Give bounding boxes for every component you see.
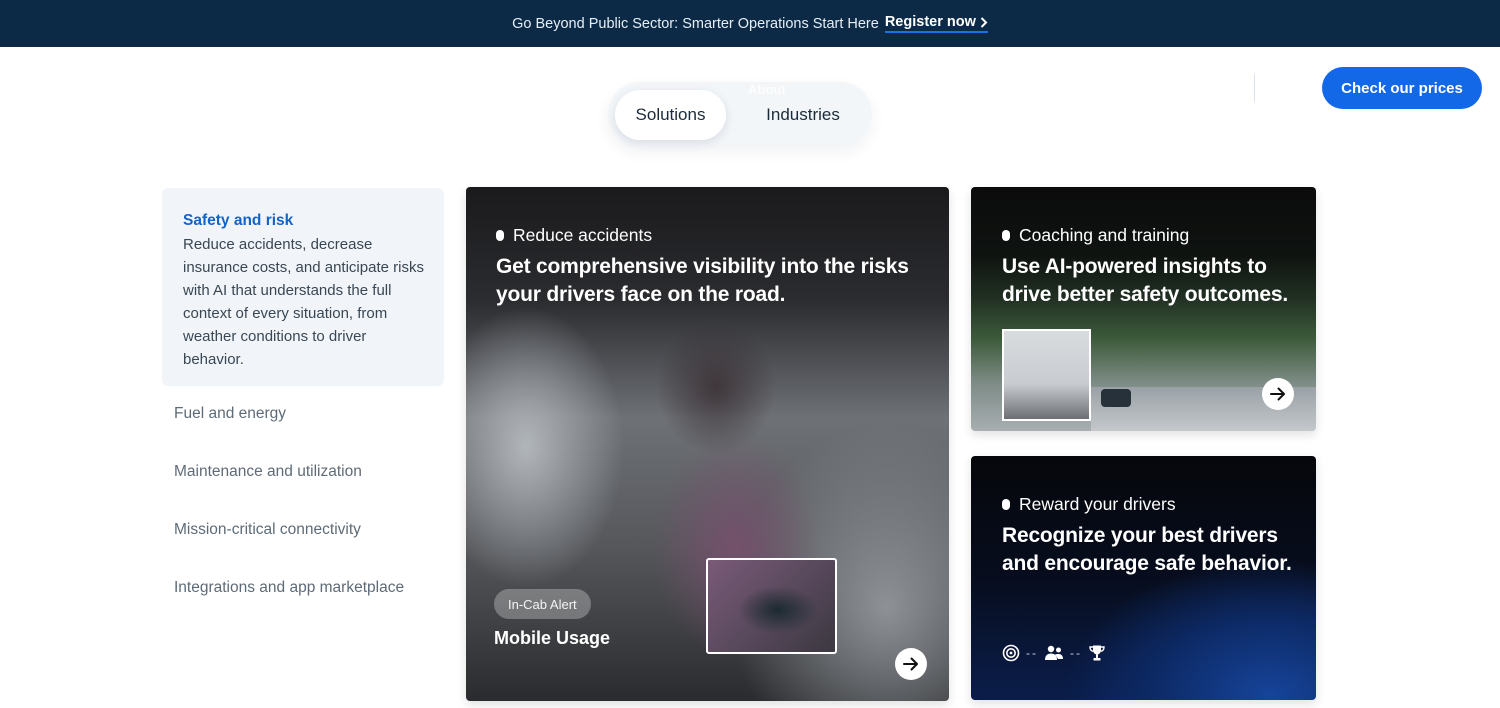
bullet-icon: [496, 230, 504, 241]
check-prices-button[interactable]: Check our prices: [1322, 67, 1482, 109]
announcement-banner: Go Beyond Public Sector: Smarter Operati…: [0, 0, 1500, 47]
menu-item-title: Safety and risk: [183, 212, 294, 229]
menu-item-safety-and-risk[interactable]: Safety and risk Reduce accidents, decrea…: [162, 188, 444, 386]
menu-item-maintenance[interactable]: Maintenance and utilization: [174, 463, 362, 481]
card-arrow-button[interactable]: [895, 648, 927, 680]
card-headline: Use AI-powered insights to drive better …: [1002, 255, 1288, 306]
card-headline: Recognize your best drivers and encourag…: [1002, 524, 1292, 575]
card-reduce-accidents[interactable]: Reduce accidents Get comprehensive visib…: [466, 187, 949, 701]
tab-industries[interactable]: Industries: [743, 90, 863, 140]
tab-industries-label: Industries: [766, 105, 840, 124]
banner-message: Go Beyond Public Sector: Smarter Operati…: [512, 15, 879, 32]
card-reward-drivers[interactable]: Reward your drivers Recognize your best …: [971, 456, 1316, 700]
card-arrow-button[interactable]: [1262, 378, 1294, 410]
nav-tabs: About Solutions Industries: [608, 82, 872, 146]
reward-icons-row: -- --: [1002, 644, 1106, 662]
target-icon: [1002, 644, 1020, 662]
people-icon: [1045, 645, 1063, 660]
register-now-label: Register now: [884, 14, 976, 30]
card-kicker-label: Reward your drivers: [1019, 494, 1176, 514]
chevron-right-icon: [980, 16, 988, 28]
menu-item-integrations[interactable]: Integrations and app marketplace: [174, 579, 404, 597]
header-divider: [1254, 74, 1255, 102]
dash-separator: --: [1026, 646, 1038, 660]
arrow-right-icon: [1270, 387, 1285, 401]
card-kicker-label: Reduce accidents: [513, 225, 653, 245]
in-cab-alert-badge: In-Cab Alert: [494, 589, 591, 619]
car-image: [1101, 389, 1131, 407]
menu-item-description: Reduce accidents, decrease insurance cos…: [183, 236, 424, 368]
card-headline: Get comprehensive visibility into the ri…: [496, 255, 909, 306]
truck-thumbnail: [1002, 329, 1091, 421]
card-kicker: Coaching and training: [1002, 225, 1189, 246]
bullet-icon: [1002, 230, 1010, 241]
check-prices-label: Check our prices: [1341, 79, 1463, 97]
card-coaching-training[interactable]: Coaching and training Use AI-powered ins…: [971, 187, 1316, 431]
tab-solutions[interactable]: Solutions: [615, 90, 726, 140]
mobile-usage-thumbnail: [706, 558, 837, 654]
menu-item-fuel-and-energy[interactable]: Fuel and energy: [174, 405, 286, 423]
menu-item-connectivity[interactable]: Mission-critical connectivity: [174, 521, 361, 539]
bullet-icon: [1002, 499, 1010, 510]
tab-solutions-label: Solutions: [635, 105, 706, 124]
card-kicker-label: Coaching and training: [1019, 225, 1190, 245]
card-kicker: Reward your drivers: [1002, 494, 1176, 515]
dash-separator: --: [1070, 646, 1082, 660]
arrow-right-icon: [903, 657, 918, 671]
register-now-link[interactable]: Register now: [884, 14, 988, 33]
trophy-icon: [1089, 645, 1105, 661]
alert-caption: Mobile Usage: [494, 628, 611, 648]
card-kicker: Reduce accidents: [496, 225, 652, 246]
